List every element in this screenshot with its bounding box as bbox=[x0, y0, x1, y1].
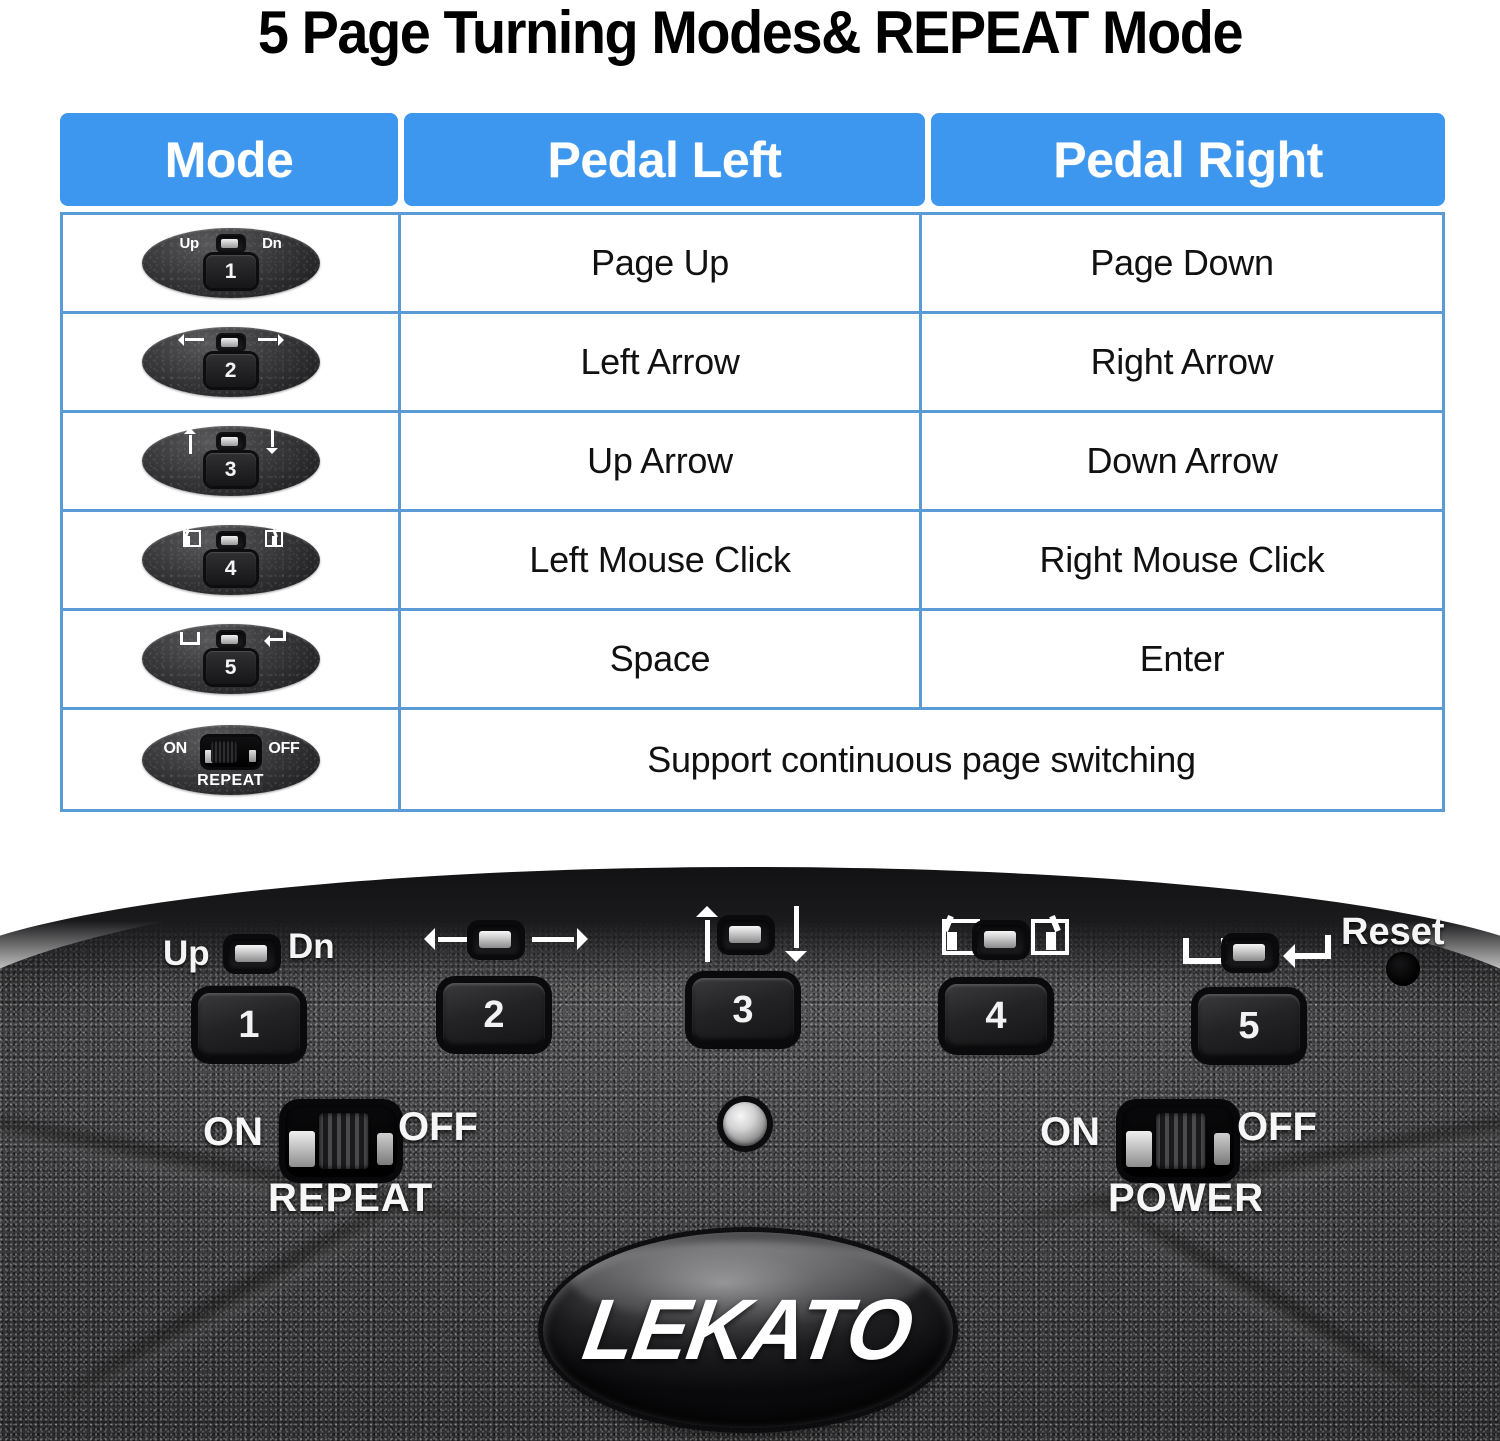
mode-key-number: 4 bbox=[205, 552, 256, 585]
arrow-down-icon bbox=[265, 428, 278, 454]
pedal-left-value: Page Up bbox=[401, 215, 922, 311]
mode-key-number: 1 bbox=[205, 255, 256, 288]
mode-switch-icon bbox=[217, 533, 244, 548]
mode-key-number: 5 bbox=[205, 651, 256, 684]
arrow-up-icon bbox=[183, 428, 196, 454]
table-row: 3 Up Arrow Down Arrow bbox=[63, 413, 1442, 512]
pedal-right-value: Down Arrow bbox=[1086, 440, 1278, 481]
device-photo bbox=[0, 855, 1500, 1441]
mode-key-number: 2 bbox=[205, 354, 256, 387]
table-row: 5 Space Enter bbox=[63, 611, 1442, 710]
table-body: Up Dn 1 Page Up Page Down 2 Left Arrow R… bbox=[60, 212, 1445, 812]
column-header-pedal-right: Pedal Right bbox=[931, 113, 1445, 206]
table-row-repeat: ON OFF REPEAT Support continuous page sw… bbox=[63, 710, 1442, 809]
mode-pedal-icon-5: 5 bbox=[141, 624, 320, 694]
mode-key-number: 3 bbox=[205, 453, 256, 486]
pedal-right-value: Enter bbox=[1139, 638, 1225, 679]
mode-dn-label: Dn bbox=[262, 235, 282, 252]
pedal-right-value: Page Down bbox=[1090, 242, 1274, 283]
mode-cell: Up Dn 1 bbox=[63, 215, 401, 311]
mode-switch-icon bbox=[217, 335, 244, 350]
table-row: Up Dn 1 Page Up Page Down bbox=[63, 215, 1442, 314]
pedal-right-value: Right Mouse Click bbox=[1039, 539, 1325, 580]
repeat-switch-icon bbox=[202, 736, 259, 767]
repeat-off-label: OFF bbox=[268, 739, 300, 757]
mode-cell: ON OFF REPEAT bbox=[63, 710, 401, 809]
column-header-pedal-left: Pedal Left bbox=[404, 113, 925, 206]
mode-switch-icon bbox=[217, 236, 244, 251]
mouse-left-click-icon bbox=[182, 529, 201, 547]
mode-cell: 2 bbox=[63, 314, 401, 410]
mode-pedal-icon-3: 3 bbox=[141, 426, 320, 496]
repeat-on-label: ON bbox=[163, 739, 188, 757]
repeat-mode-icon: ON OFF REPEAT bbox=[141, 724, 320, 795]
repeat-name-label: REPEAT bbox=[197, 771, 264, 789]
mode-cell: 3 bbox=[63, 413, 401, 509]
mode-up-label: Up bbox=[179, 235, 200, 252]
arrow-right-icon bbox=[257, 333, 284, 346]
table-row: 2 Left Arrow Right Arrow bbox=[63, 314, 1442, 413]
mode-cell: 5 bbox=[63, 611, 401, 707]
mode-pedal-icon-2: 2 bbox=[141, 327, 320, 397]
pedal-left-value: Left Arrow bbox=[401, 314, 922, 410]
modes-table: Mode Pedal Left Pedal Right Up Dn 1 Page… bbox=[60, 113, 1445, 812]
pedal-left-value: Space bbox=[401, 611, 922, 707]
pedal-left-value: Left Mouse Click bbox=[401, 512, 922, 608]
pedal-right-value: Right Arrow bbox=[1090, 341, 1274, 382]
arrow-left-icon bbox=[177, 333, 204, 346]
enter-return-icon bbox=[263, 630, 286, 647]
space-bar-icon bbox=[179, 632, 200, 645]
mode-cell: 4 bbox=[63, 512, 401, 608]
table-header-row: Mode Pedal Left Pedal Right bbox=[60, 113, 1445, 206]
page-title: 5 Page Turning Modes& REPEAT Mode bbox=[257, 0, 1244, 66]
table-row: 4 Left Mouse Click Right Mouse Click bbox=[63, 512, 1442, 611]
mode-pedal-icon-4: 4 bbox=[141, 525, 320, 595]
mouse-right-click-icon bbox=[264, 529, 283, 547]
repeat-description: Support continuous page switching bbox=[647, 738, 1196, 780]
pedal-left-value: Up Arrow bbox=[401, 413, 922, 509]
mode-pedal-icon-1: Up Dn 1 bbox=[141, 228, 320, 298]
mode-switch-icon bbox=[217, 434, 244, 449]
column-header-mode: Mode bbox=[60, 113, 398, 206]
mode-switch-icon bbox=[217, 632, 244, 647]
device-top-bezel bbox=[0, 867, 1500, 987]
